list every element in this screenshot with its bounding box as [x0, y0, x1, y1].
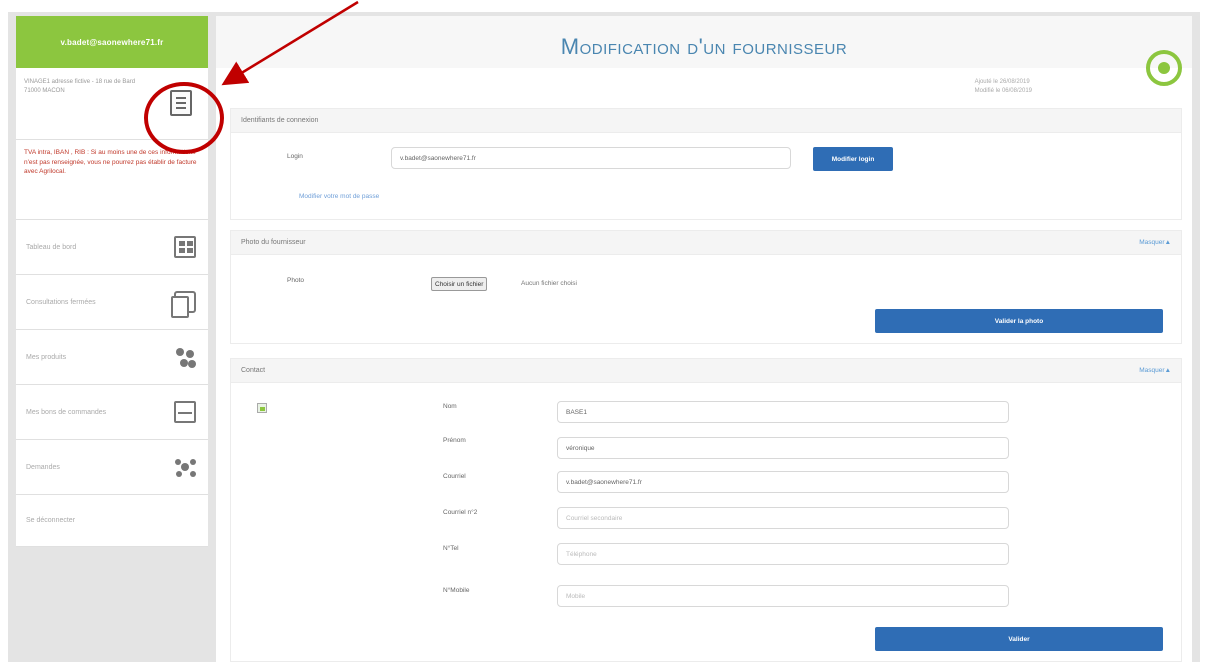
- hide-toggle[interactable]: Masquer▲: [1139, 367, 1171, 374]
- panel-title: Identifiants de connexion: [241, 117, 319, 124]
- sidebar-item-logout[interactable]: Se déconnecter: [16, 495, 208, 547]
- photo-panel: Photo du fournisseur Masquer▲ Photo Choi…: [230, 230, 1182, 344]
- field-label-courriel: Courriel: [443, 473, 466, 480]
- caret-up-icon: ▲: [1164, 367, 1171, 374]
- billing-warning: TVA intra, IBAN , RIB : Si au moins une …: [16, 140, 208, 220]
- login-panel: Identifiants de connexion Login v.badet@…: [230, 108, 1182, 220]
- hide-toggle-label: Masquer: [1139, 239, 1165, 246]
- sidebar-item-label: Consultations fermées: [26, 298, 96, 306]
- login-input[interactable]: v.badet@saonewhere71.fr: [391, 147, 791, 169]
- courriel2-input[interactable]: Courriel secondaire: [557, 507, 1009, 529]
- sidebar-item-dashboard[interactable]: Tableau de bord: [16, 220, 208, 275]
- validate-contact-button[interactable]: Valider: [875, 627, 1163, 651]
- login-label: Login: [287, 153, 303, 160]
- field-label-mobile: N°Mobile: [443, 587, 470, 594]
- file-status: Aucun fichier choisi: [521, 280, 577, 287]
- sidebar-item-label: Demandes: [26, 463, 60, 471]
- field-label-courriel2: Courriel n°2: [443, 509, 478, 516]
- contact-panel: Contact Masquer▲ Nom BASE1 Prénom véroni…: [230, 358, 1182, 662]
- field-label-nom: Nom: [443, 403, 457, 410]
- title-bar: Modification d'un fournisseur: [216, 16, 1192, 68]
- brand-logo-icon: [1146, 50, 1182, 86]
- supplier-address: VINAGE1 adresse fictive - 18 rue de Bard…: [24, 79, 136, 94]
- validate-photo-button[interactable]: Valider la photo: [875, 309, 1163, 333]
- record-dates: Ajouté le 26/08/2019 Modifié le 06/08/20…: [975, 78, 1032, 96]
- panel-header: Photo du fournisseur Masquer▲: [231, 231, 1181, 255]
- photo-label: Photo: [287, 277, 304, 284]
- panel-header: Contact Masquer▲: [231, 359, 1181, 383]
- panel-header: Identifiants de connexion: [231, 109, 1181, 133]
- sidebar-item-products[interactable]: Mes produits: [16, 330, 208, 385]
- page-title: Modification d'un fournisseur: [560, 34, 848, 59]
- sidebar: v.badet@saonewhere71.fr VINAGE1 adresse …: [16, 16, 208, 547]
- hide-toggle[interactable]: Masquer▲: [1139, 239, 1171, 246]
- panel-title: Contact: [241, 367, 266, 374]
- courriel-input[interactable]: v.badet@saonewhere71.fr: [557, 471, 1009, 493]
- added-date: Ajouté le 26/08/2019: [974, 79, 1030, 85]
- modified-date: Modifié le 06/08/2019: [974, 88, 1032, 94]
- caret-up-icon: ▲: [1164, 239, 1171, 246]
- prenom-input[interactable]: véronique: [557, 437, 1009, 459]
- panel-title: Photo du fournisseur: [241, 239, 306, 246]
- mobile-input[interactable]: Mobile: [557, 585, 1009, 607]
- main-content: Modification d'un fournisseur Ajouté le …: [216, 16, 1192, 662]
- modify-login-button[interactable]: Modifier login: [813, 147, 893, 171]
- nom-input[interactable]: BASE1: [557, 401, 1009, 423]
- field-label-tel: N°Tel: [443, 545, 459, 552]
- change-password-link[interactable]: Modifier votre mot de passe: [299, 193, 379, 200]
- contact-photo-placeholder-icon: [257, 403, 267, 413]
- sidebar-item-closed-consultations[interactable]: Consultations fermées: [16, 275, 208, 330]
- sidebar-item-requests[interactable]: Demandes: [16, 440, 208, 495]
- sidebar-item-label: Mes produits: [26, 353, 67, 361]
- products-icon: [174, 346, 196, 368]
- tel-input[interactable]: Téléphone: [557, 543, 1009, 565]
- order-form-icon: [174, 401, 196, 423]
- sidebar-item-label: Mes bons de commandes: [26, 408, 107, 416]
- hide-toggle-label: Masquer: [1139, 367, 1165, 374]
- documents-icon: [171, 291, 196, 318]
- choose-file-button[interactable]: Choisir un fichier: [431, 277, 488, 291]
- sidebar-item-order-forms[interactable]: Mes bons de commandes: [16, 385, 208, 440]
- document-icon[interactable]: [170, 90, 192, 116]
- field-label-prenom: Prénom: [443, 437, 466, 444]
- supplier-address-card: VINAGE1 adresse fictive - 18 rue de Bard…: [16, 68, 208, 140]
- user-email-header: v.badet@saonewhere71.fr: [16, 16, 208, 68]
- sidebar-item-label: Se déconnecter: [26, 517, 76, 524]
- requests-icon: [174, 456, 196, 478]
- sidebar-item-label: Tableau de bord: [26, 243, 77, 251]
- dashboard-icon: [174, 236, 196, 258]
